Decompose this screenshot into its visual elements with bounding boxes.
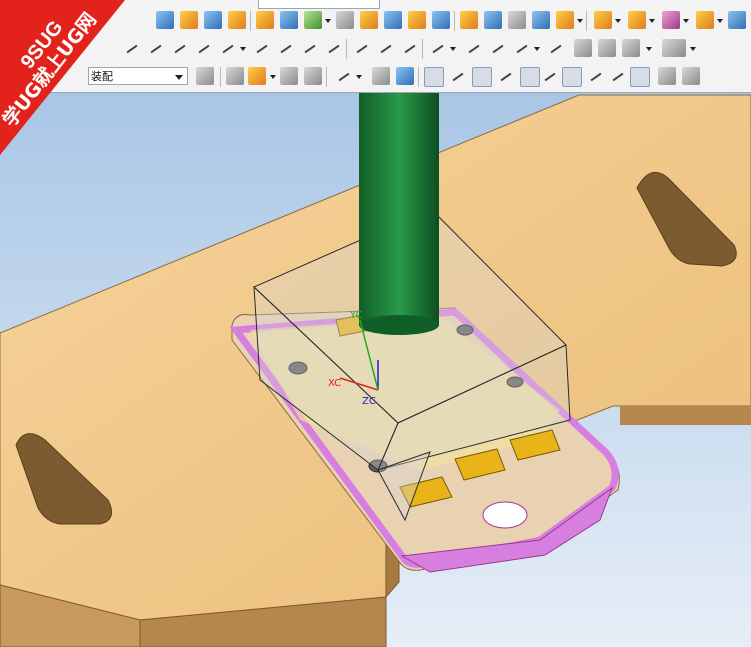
info-icon[interactable] [598, 39, 616, 57]
point-icon[interactable] [194, 39, 214, 59]
chevron-down-icon[interactable] [175, 75, 183, 80]
measure-icon[interactable] [622, 39, 640, 57]
sew-icon[interactable] [728, 11, 746, 29]
home-button-hole [482, 501, 528, 529]
subtract-icon[interactable] [594, 11, 612, 29]
xc-label: XC [328, 378, 341, 389]
tangent-snap-icon[interactable] [630, 67, 650, 87]
chevron-down-icon[interactable] [615, 19, 621, 23]
chevron-down-icon[interactable] [649, 19, 655, 23]
shell-icon[interactable] [408, 11, 426, 29]
emboss-icon[interactable] [336, 11, 354, 29]
tangent-snap-icon[interactable] [586, 67, 606, 87]
wcs-icon[interactable] [196, 67, 214, 85]
plate-right-side [620, 406, 751, 425]
draft-icon[interactable] [432, 11, 450, 29]
offset-curve-icon[interactable] [276, 39, 296, 59]
chamfer-icon[interactable] [384, 11, 402, 29]
chevron-down-icon[interactable] [240, 47, 246, 51]
chevron-down-icon[interactable] [577, 19, 583, 23]
hole-icon[interactable] [228, 11, 246, 29]
circle-icon[interactable] [218, 39, 238, 59]
pattern-icon[interactable] [460, 11, 478, 29]
ribbon-toolbar: 装配 [0, 0, 751, 93]
point-icon[interactable] [608, 67, 628, 87]
blend-icon[interactable] [360, 11, 378, 29]
fillet-sketch-icon[interactable] [252, 39, 272, 59]
text-icon[interactable] [400, 39, 420, 59]
helix-icon[interactable] [376, 39, 396, 59]
divide-curve-icon[interactable] [488, 39, 508, 59]
cad-model[interactable]: XC ZC YC [0, 93, 751, 647]
boss-icon[interactable] [256, 11, 274, 29]
chevron-down-icon[interactable] [325, 19, 331, 23]
chevron-down-icon[interactable] [270, 75, 276, 79]
bridge-curve-icon[interactable] [352, 39, 372, 59]
chevron-down-icon[interactable] [450, 47, 456, 51]
split-body-icon[interactable] [532, 11, 550, 29]
toolbar-row-selection: 装配 [0, 64, 751, 90]
chevron-down-icon[interactable] [717, 19, 723, 23]
layer-combo-value: 装配 [91, 70, 113, 83]
on-curve-snap-icon[interactable] [562, 67, 582, 87]
intersection-curve-icon[interactable] [324, 39, 344, 59]
chevron-down-icon[interactable] [646, 47, 652, 51]
wireframe-icon[interactable] [396, 67, 414, 85]
analysis-icon[interactable] [546, 39, 566, 59]
chevron-down-icon[interactable] [356, 75, 362, 79]
selection-box-icon[interactable] [334, 67, 354, 87]
chevron-down-icon[interactable] [690, 47, 696, 51]
center-snap-icon[interactable] [520, 67, 540, 87]
grid-icon[interactable] [682, 67, 700, 85]
studio-spline-icon[interactable] [170, 39, 190, 59]
mid-point-snap-icon[interactable] [448, 67, 468, 87]
graphics-viewport[interactable]: XC ZC YC [0, 93, 751, 647]
info-icon[interactable] [662, 39, 686, 57]
measure-icon[interactable] [574, 39, 592, 57]
selection-box-icon[interactable] [280, 67, 298, 85]
unite-icon[interactable] [556, 11, 574, 29]
yc-label: YC [349, 310, 363, 321]
end-point-snap-icon[interactable] [424, 67, 444, 87]
zc-label: ZC [362, 396, 376, 407]
project-curve-icon[interactable] [300, 39, 320, 59]
control-point-snap-icon[interactable] [472, 67, 492, 87]
intersect-icon[interactable] [628, 11, 646, 29]
trim-curve-icon[interactable] [464, 39, 484, 59]
quadrant-snap-icon[interactable] [540, 67, 560, 87]
snap-icon[interactable] [248, 67, 266, 85]
law-curve-icon[interactable] [428, 39, 448, 59]
extrude-icon[interactable] [180, 11, 198, 29]
chevron-down-icon[interactable] [683, 19, 689, 23]
cutting-tool[interactable] [359, 93, 439, 335]
grid-icon[interactable] [658, 67, 676, 85]
intersection-snap-icon[interactable] [496, 67, 516, 87]
shaded-icon[interactable] [372, 67, 390, 85]
mirror-icon[interactable] [484, 11, 502, 29]
chevron-down-icon[interactable] [534, 47, 540, 51]
toolbar-row-curves [0, 36, 751, 62]
trim-body-icon[interactable] [508, 11, 526, 29]
layer-combo[interactable]: 装配 [88, 67, 188, 85]
pocket-icon[interactable] [280, 11, 298, 29]
point-constructor-icon[interactable] [226, 67, 244, 85]
extend-icon[interactable] [512, 39, 532, 59]
sheet-icon[interactable] [156, 11, 174, 29]
toolbar-row-features [0, 8, 751, 34]
move-face-icon[interactable] [696, 11, 714, 29]
pad-icon[interactable] [304, 11, 322, 29]
arc-icon[interactable] [122, 39, 142, 59]
revolve-icon[interactable] [204, 11, 222, 29]
selection-box-icon[interactable] [304, 67, 322, 85]
rectangle-icon[interactable] [146, 39, 166, 59]
offset-face-icon[interactable] [662, 11, 680, 29]
